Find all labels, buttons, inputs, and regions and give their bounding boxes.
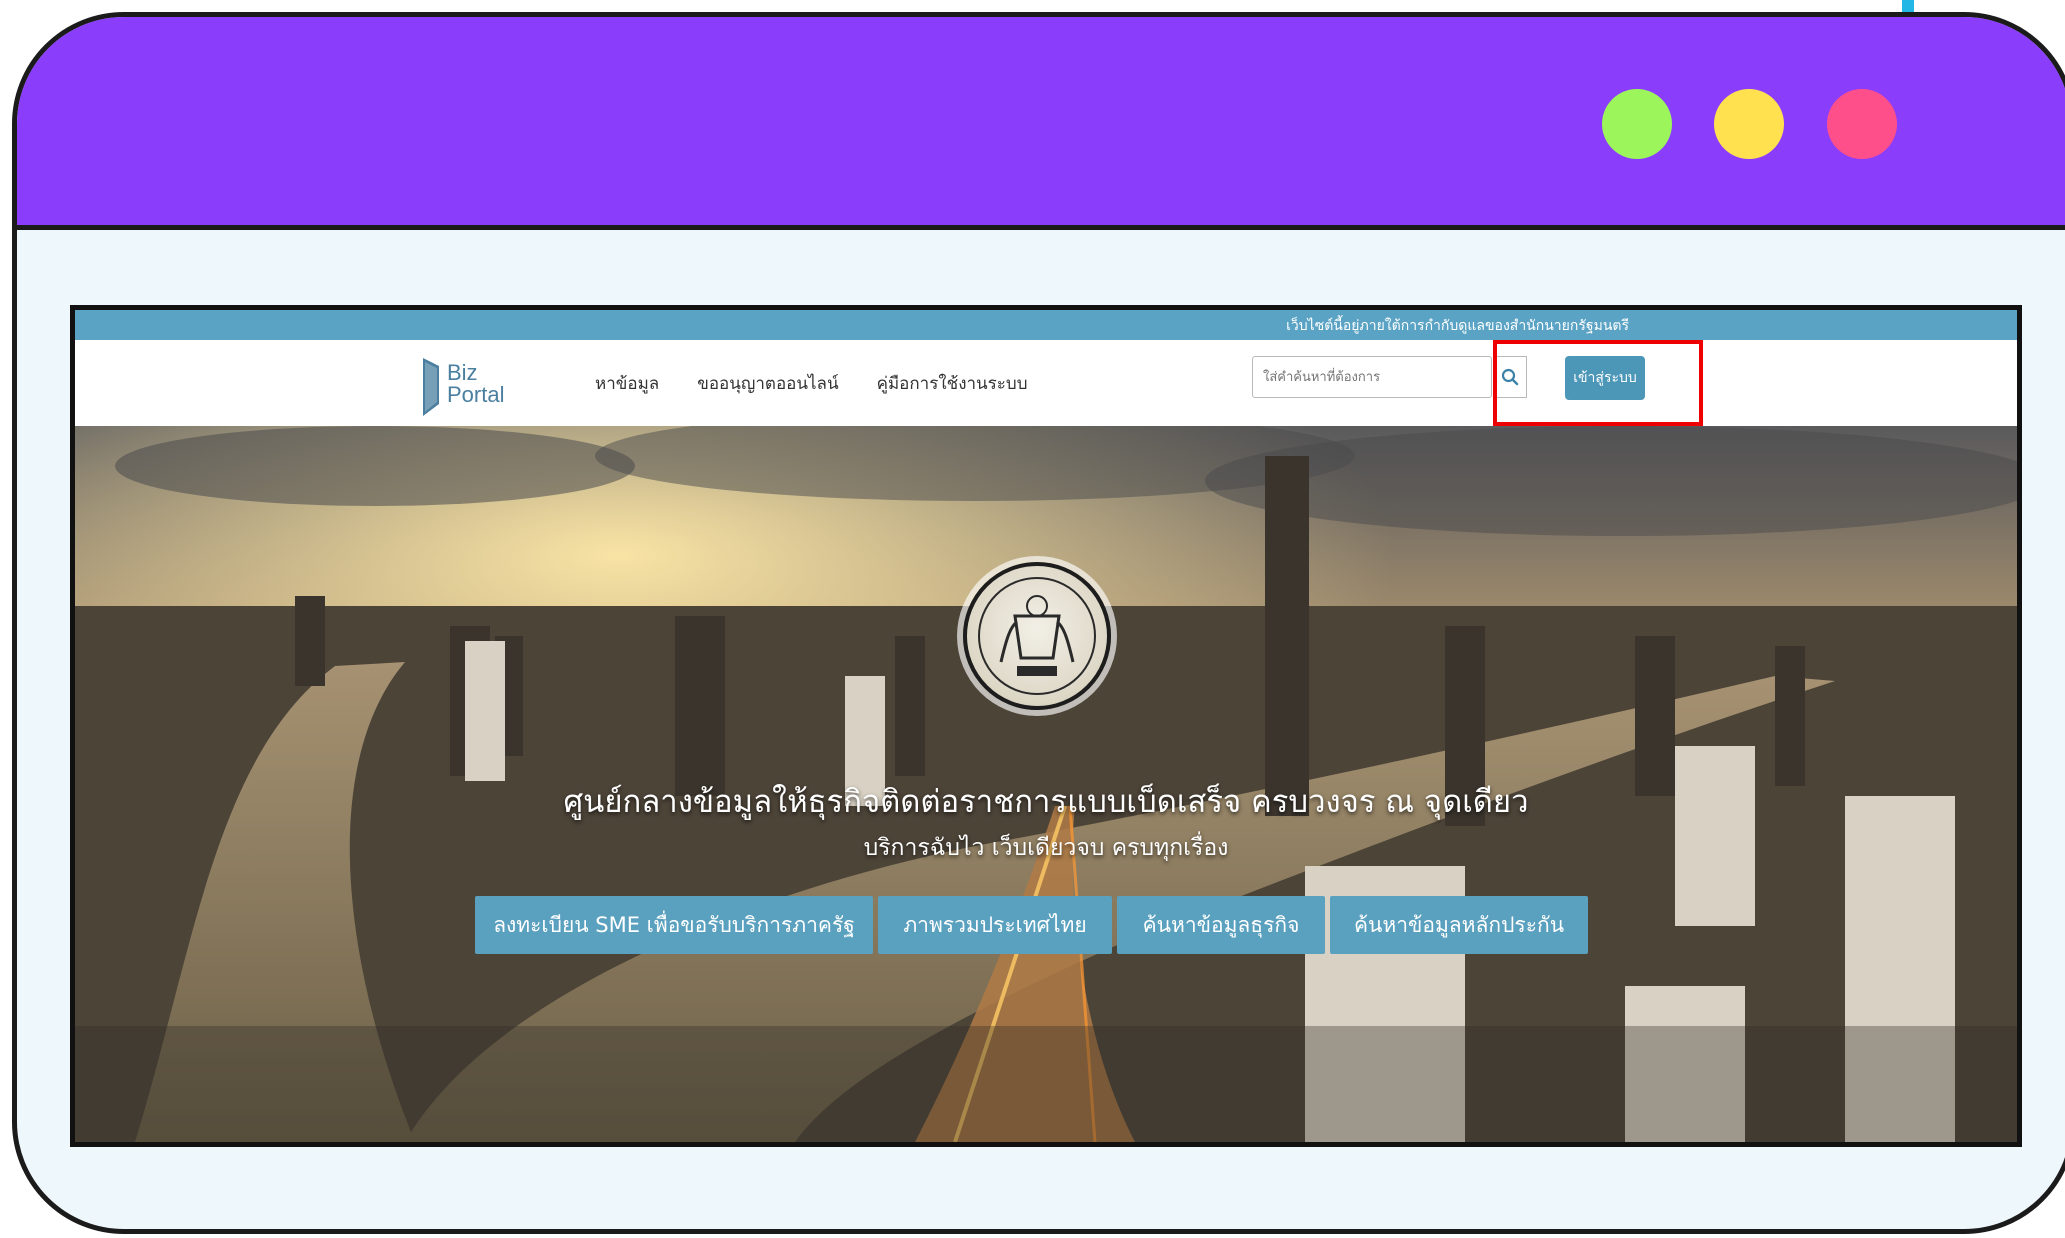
logo-mark-icon <box>423 358 439 416</box>
close-dot[interactable] <box>1827 89 1897 159</box>
search-icon <box>1501 368 1519 386</box>
maximize-dot[interactable] <box>1602 89 1672 159</box>
logo-line1: Biz <box>447 360 478 385</box>
thailand-overview-button[interactable]: ภาพรวมประเทศไทย <box>878 896 1112 954</box>
hero-title: ศูนย์กลางข้อมูลให้ธุรกิจติดต่อราชการแบบเ… <box>563 784 1529 820</box>
search-business-info-button[interactable]: ค้นหาข้อมูลธุรกิจ <box>1117 896 1325 954</box>
hero-banner: ศูนย์กลางข้อมูลให้ธุรกิจติดต่อราชการแบบเ… <box>75 426 2017 1142</box>
browser-window-frame: เว็บไซต์นี้อยู่ภายใต้การกำกับดูแลของสำนั… <box>12 12 2065 1234</box>
menu-item-online-permit[interactable]: ขออนุญาตออนไลน์ <box>697 370 838 397</box>
logo-text: Biz Portal <box>447 362 504 406</box>
government-seal-logo <box>963 562 1111 710</box>
notice-bar: เว็บไซต์นี้อยู่ภายใต้การกำกับดูแลของสำนั… <box>75 310 2017 340</box>
hero-subtitle: บริการฉับไว เว็บเดียวจบ ครบทุกเรื่อง <box>863 835 1229 861</box>
search-input[interactable] <box>1253 357 1458 395</box>
search-box <box>1252 356 1492 398</box>
main-menu: หาข้อมูล ขออนุญาตออนไลน์ คู่มือการใช้งาน… <box>595 370 1028 397</box>
hero-cta-row: ลงทะเบียน SME เพื่อขอรับบริการภาครัฐ ภาพ… <box>475 896 1588 954</box>
bizportal-logo[interactable]: Biz Portal <box>421 354 521 418</box>
window-titlebar <box>17 17 2065 230</box>
website-screenshot: เว็บไซต์นี้อยู่ภายใต้การกำกับดูแลของสำนั… <box>70 305 2022 1147</box>
login-button[interactable]: เข้าสู่ระบบ <box>1565 356 1645 400</box>
search-collateral-info-button[interactable]: ค้นหาข้อมูลหลักประกัน <box>1330 896 1588 954</box>
menu-item-find-info[interactable]: หาข้อมูล <box>595 370 659 397</box>
site-navbar: Biz Portal หาข้อมูล ขออนุญาตออนไลน์ คู่ม… <box>75 340 2017 426</box>
menu-item-user-guide[interactable]: คู่มือการใช้งานระบบ <box>877 370 1028 397</box>
logo-line2: Portal <box>447 382 505 407</box>
register-sme-button[interactable]: ลงทะเบียน SME เพื่อขอรับบริการภาครัฐ <box>475 896 873 954</box>
seal-emblem-icon <box>978 577 1096 695</box>
search-button[interactable] <box>1493 356 1527 398</box>
minimize-dot[interactable] <box>1714 89 1784 159</box>
